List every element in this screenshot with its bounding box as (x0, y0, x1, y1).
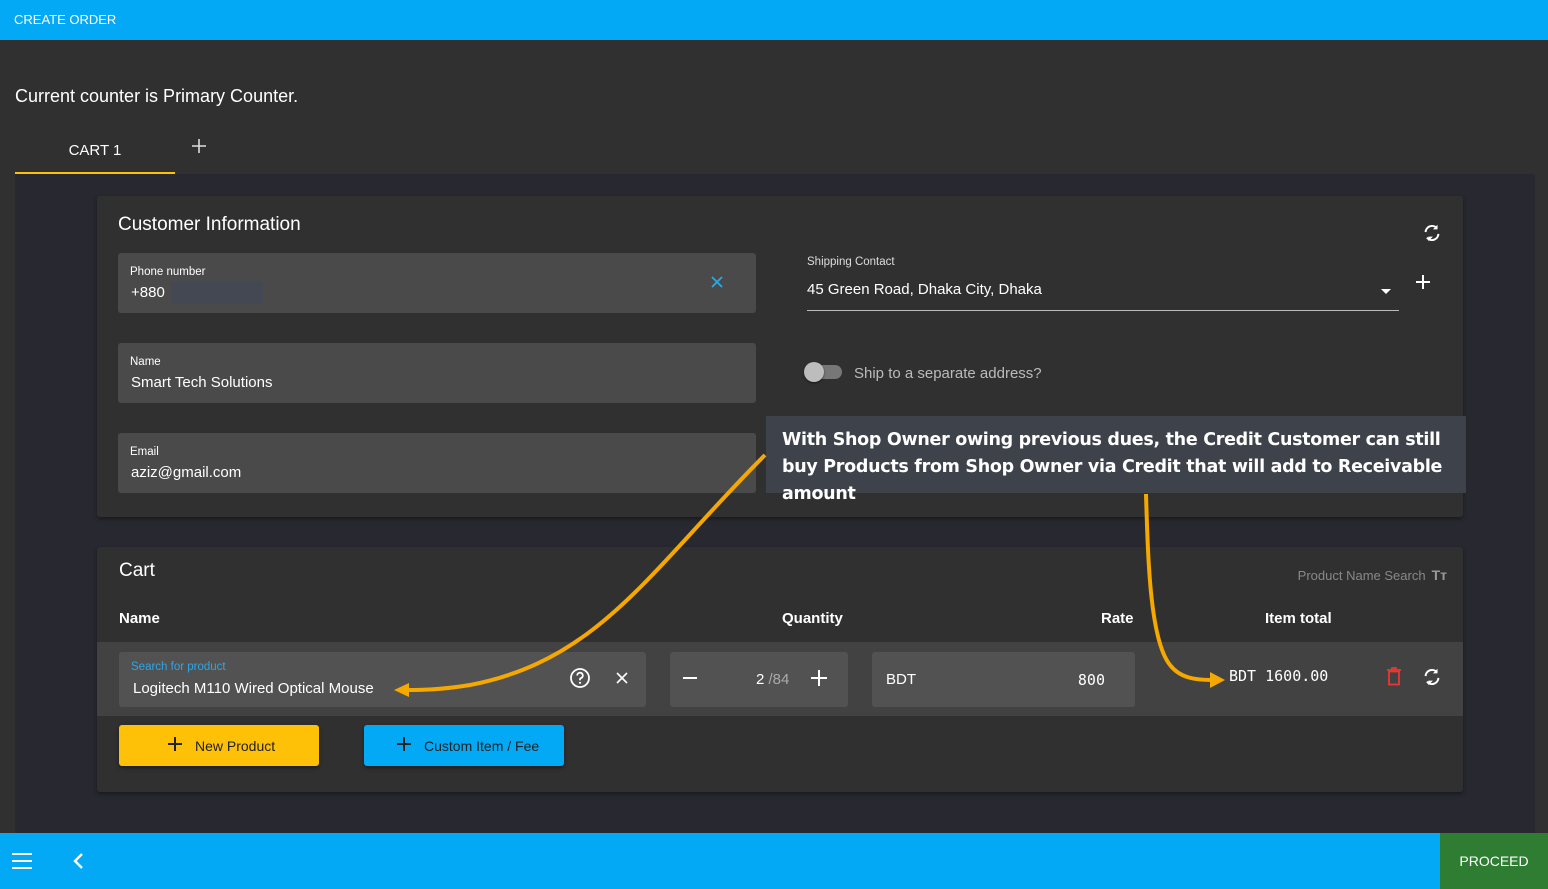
stock-available: /84 (768, 671, 790, 688)
quantity-stepper: 2 /84 (670, 652, 848, 707)
toggle-thumb (804, 362, 824, 382)
trash-icon (1387, 667, 1401, 686)
refresh-icon (1424, 668, 1440, 686)
phone-number-field[interactable]: Phone number +880 (118, 253, 756, 313)
page-title: CREATE ORDER (14, 12, 117, 27)
refresh-customer-button[interactable] (1421, 222, 1443, 244)
masked-phone-digits (171, 282, 263, 304)
clear-phone-button[interactable] (708, 273, 726, 291)
shipping-contact-select[interactable]: 45 Green Road, Dhaka City, Dhaka (807, 281, 1399, 311)
delete-item-button[interactable] (1385, 666, 1403, 686)
add-shipping-contact-button[interactable] (1413, 272, 1433, 292)
cart-title: Cart (119, 560, 155, 581)
rate-value: 800 (1077, 671, 1105, 689)
clear-product-button[interactable] (615, 671, 629, 685)
customer-information-title: Customer Information (118, 214, 301, 235)
search-mode-label: Product Name Search (1297, 568, 1426, 583)
column-header-quantity: Quantity (782, 610, 843, 627)
column-header-name: Name (119, 610, 160, 627)
close-icon (711, 276, 723, 288)
phone-number-value: +880 (131, 284, 165, 301)
annotation-callout: With Shop Owner owing previous dues, the… (766, 416, 1466, 504)
add-cart-tab-button[interactable] (187, 134, 211, 158)
column-header-rate: Rate (1101, 610, 1134, 627)
product-search-field[interactable]: Search for product Logitech M110 Wired O… (119, 652, 646, 707)
menu-button[interactable] (11, 852, 33, 870)
name-field[interactable]: Name Smart Tech Solutions (118, 343, 756, 403)
quantity-value[interactable]: 2 /84 (756, 671, 789, 688)
back-button[interactable] (70, 851, 88, 871)
ship-separate-label: Ship to a separate address? (854, 365, 1042, 382)
bottom-app-bar: PROCEED (0, 833, 1548, 889)
help-circle-icon (570, 668, 590, 688)
proceed-button[interactable]: PROCEED (1440, 833, 1548, 889)
tab-cart-1[interactable]: CART 1 (15, 130, 175, 174)
counter-status-text: Current counter is Primary Counter. (15, 86, 299, 106)
plus-icon (811, 670, 827, 686)
new-product-button[interactable]: New Product (119, 725, 319, 766)
product-name-search-toggle[interactable]: Product Name Search Tт (1298, 567, 1447, 583)
new-product-label: New Product (195, 738, 276, 754)
name-label: Name (130, 356, 161, 368)
minus-icon (683, 677, 697, 679)
shipping-contact-label: Shipping Contact (807, 256, 895, 268)
cart-item-row: Search for product Logitech M110 Wired O… (97, 642, 1463, 716)
product-search-label: Search for product (131, 661, 226, 673)
item-total-value: BDT 1600.00 (1229, 667, 1329, 685)
top-app-bar: CREATE ORDER (0, 0, 1548, 40)
custom-item-fee-label: Custom Item / Fee (424, 738, 540, 754)
plus-icon (192, 139, 206, 153)
text-type-icon: Tт (1431, 567, 1447, 583)
close-icon (616, 672, 628, 684)
cart-card: Cart Product Name Search Tт Name Quantity… (97, 547, 1463, 792)
custom-item-fee-button[interactable]: Custom Item / Fee (364, 725, 564, 766)
quantity-number: 2 (756, 671, 765, 688)
increase-quantity-button[interactable] (810, 669, 828, 687)
email-field[interactable]: Email aziz@gmail.com (118, 433, 756, 493)
rate-field[interactable]: BDT 800 (872, 652, 1135, 707)
product-help-button[interactable] (569, 667, 591, 689)
refresh-icon (1424, 224, 1440, 242)
refresh-item-button[interactable] (1421, 666, 1443, 688)
product-name-value: Logitech M110 Wired Optical Mouse (133, 680, 374, 697)
plus-icon (168, 737, 182, 751)
plus-icon (397, 737, 411, 751)
plus-icon (1416, 275, 1430, 289)
phone-number-label: Phone number (130, 266, 206, 278)
shipping-contact-value: 45 Green Road, Dhaka City, Dhaka (807, 281, 1042, 298)
chevron-left-icon (73, 853, 83, 869)
email-label: Email (130, 446, 159, 458)
cart-content-area: Customer Information Phone number +880 N… (15, 174, 1535, 834)
name-value: Smart Tech Solutions (131, 374, 273, 391)
rate-currency: BDT (886, 671, 916, 688)
dropdown-caret-icon (1381, 289, 1391, 294)
ship-separate-toggle[interactable] (804, 362, 842, 382)
decrease-quantity-button[interactable] (682, 670, 698, 686)
email-value: aziz@gmail.com (131, 464, 242, 481)
hamburger-menu-icon (12, 853, 32, 869)
column-header-item-total: Item total (1265, 610, 1332, 627)
